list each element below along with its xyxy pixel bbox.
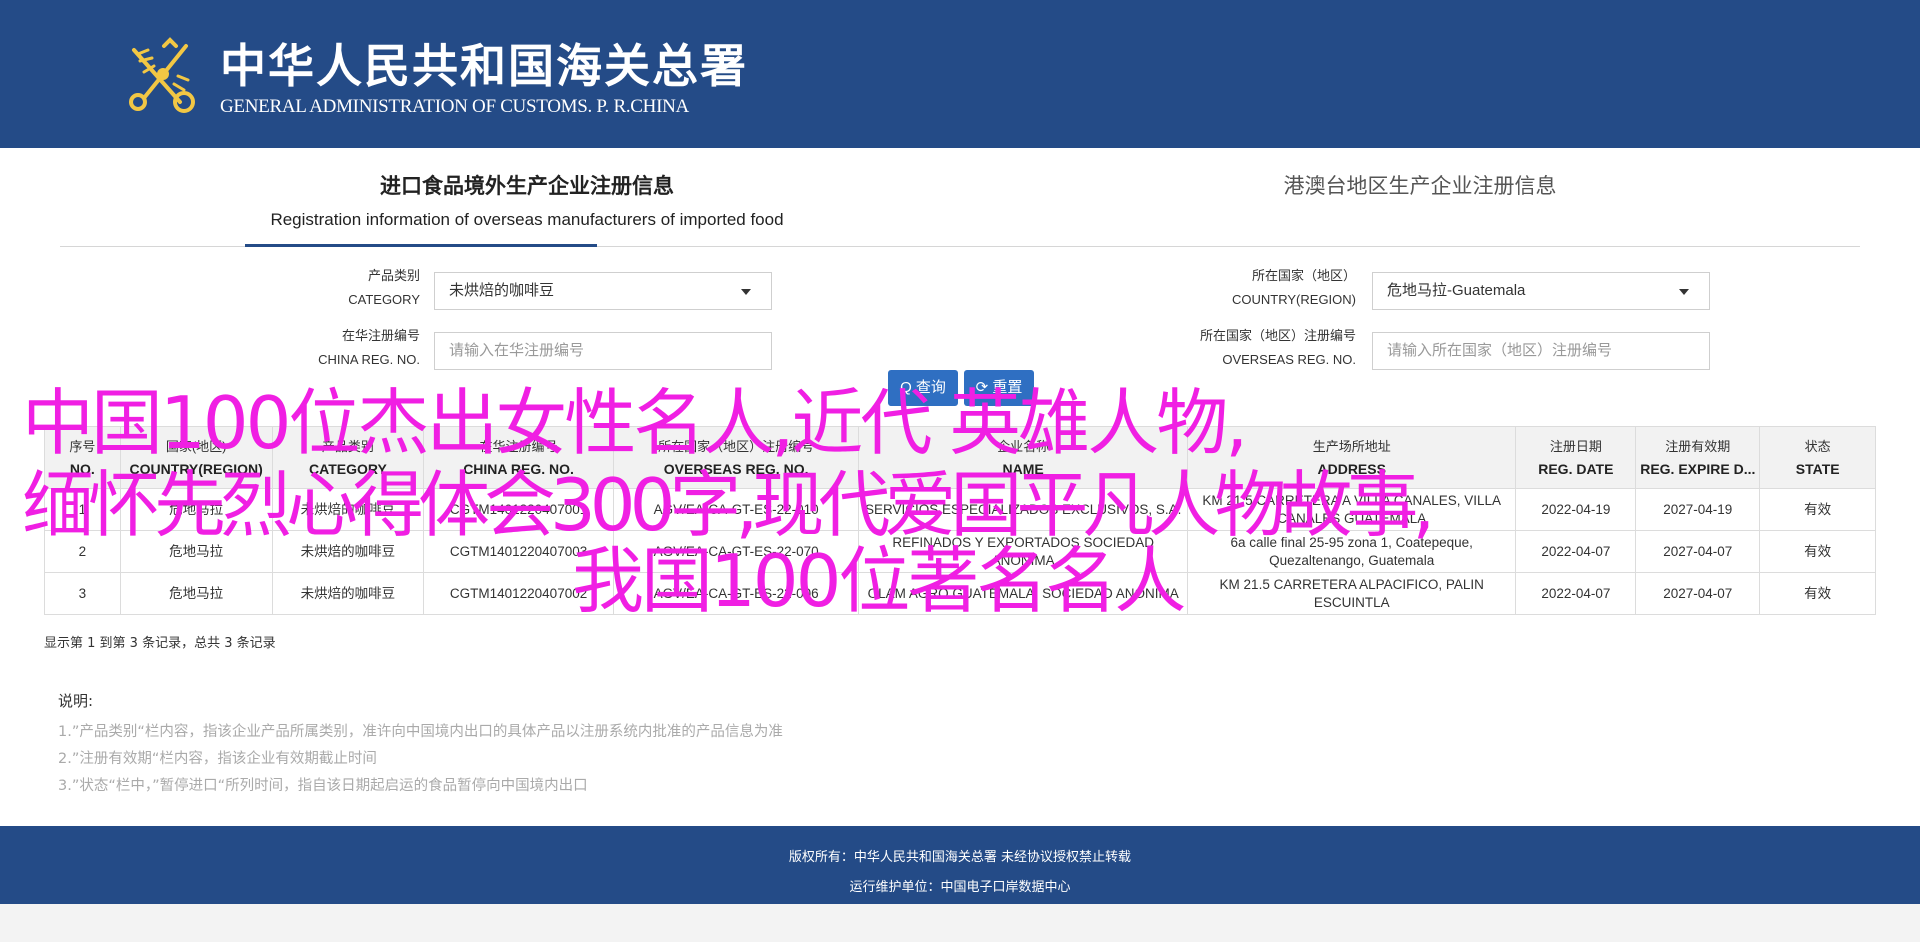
pagination-summary: 显示第 1 到第 3 条记录，总共 3 条记录 xyxy=(44,636,276,651)
col-header-cn: 注册有效期 xyxy=(1665,438,1731,454)
cell-state: 有效 xyxy=(1759,530,1876,573)
country-label: 所在国家（地区） COUNTRY(REGION) xyxy=(1110,264,1356,312)
footer-operator: 运行维护单位：中国电子口岸数据中心 xyxy=(849,880,1071,895)
note-item: 2.”注册有效期“栏内容，指该企业有效期截止时间 xyxy=(58,751,377,767)
customs-key-emblem-icon[interactable] xyxy=(124,36,202,116)
cell-country: 危地马拉 xyxy=(119,572,273,615)
note-item: 3.”状态“栏中，”暂停进口“所列时间，指自该日期起启运的食品暂停向中国境内出口 xyxy=(58,778,588,794)
col-header-expire-date[interactable]: 注册有效期 REG. EXPIRE D... xyxy=(1635,426,1761,489)
site-header: 中华人民共和国海关总署 GENERAL ADMINISTRATION OF CU… xyxy=(0,0,1920,148)
col-header-en: STATE xyxy=(1795,460,1840,477)
col-header-cn: 状态 xyxy=(1804,438,1831,454)
col-header-reg-date[interactable]: 注册日期 REG. DATE xyxy=(1515,426,1637,489)
overseas-reg-placeholder: 请输入所在国家（地区）注册编号 xyxy=(1387,342,1613,359)
tab-hk-macao-taiwan[interactable]: 港澳台地区生产企业注册信息 xyxy=(1200,170,1640,200)
category-select-value: 未烘焙的咖啡豆 xyxy=(449,282,555,299)
site-footer: 版权所有：中华人民共和国海关总署 未经协议授权禁止转载 运行维护单位：中国电子口… xyxy=(0,826,1920,904)
china-reg-placeholder: 请输入在华注册编号 xyxy=(449,342,585,359)
china-reg-label-cn: 在华注册编号 xyxy=(341,328,420,343)
overlay-text-line-3: 我国100位著名名人 xyxy=(572,539,1186,623)
chevron-down-icon xyxy=(741,289,751,295)
col-header-cn: 注册日期 xyxy=(1549,438,1602,454)
category-label-en: CATEGORY xyxy=(348,292,420,307)
category-label: 产品类别 CATEGORY xyxy=(260,264,420,312)
site-title-en: GENERAL ADMINISTRATION OF CUSTOMS. P. R.… xyxy=(220,96,689,117)
footer-copyright: 版权所有：中华人民共和国海关总署 未经协议授权禁止转载 xyxy=(788,850,1132,865)
country-select-value: 危地马拉-Guatemala xyxy=(1387,282,1526,299)
tab-title-cn: 进口食品境外生产企业注册信息 xyxy=(380,173,674,198)
col-header-en: REG. EXPIRE D... xyxy=(1640,460,1756,477)
tab-title-en: Registration information of overseas man… xyxy=(270,210,784,229)
cell-no: 3 xyxy=(44,572,121,615)
cell-expire-date: 2027-04-07 xyxy=(1635,572,1761,615)
page: 中华人民共和国海关总署 GENERAL ADMINISTRATION OF CU… xyxy=(0,0,1920,942)
cell-reg-date: 2022-04-19 xyxy=(1515,488,1637,531)
cell-reg-date: 2022-04-07 xyxy=(1515,530,1637,573)
cell-reg-date: 2022-04-07 xyxy=(1515,572,1637,615)
country-label-en: COUNTRY(REGION) xyxy=(1232,292,1356,307)
chevron-down-icon xyxy=(1679,289,1689,295)
cell-expire-date: 2027-04-19 xyxy=(1635,488,1761,531)
overseas-reg-label-cn: 所在国家（地区）注册编号 xyxy=(1199,328,1356,343)
cell-category: 未烘焙的咖啡豆 xyxy=(271,572,425,615)
note-item: 1.”产品类别“栏内容，指该企业产品所属类别，准许向中国境内出口的具体产品以注册… xyxy=(58,724,783,740)
overseas-reg-input[interactable]: 请输入所在国家（地区）注册编号 xyxy=(1372,332,1710,370)
country-label-cn: 所在国家（地区） xyxy=(1251,268,1356,283)
cell-expire-date: 2027-04-07 xyxy=(1635,530,1761,573)
category-select[interactable]: 未烘焙的咖啡豆 xyxy=(434,272,772,310)
cell-state: 有效 xyxy=(1759,488,1876,531)
tab-title-cn: 港澳台地区生产企业注册信息 xyxy=(1283,174,1557,198)
col-header-state[interactable]: 状态 STATE xyxy=(1759,426,1876,489)
site-title-cn: 中华人民共和国海关总署 xyxy=(220,39,748,93)
col-header-en: REG. DATE xyxy=(1538,460,1614,477)
category-label-cn: 产品类别 xyxy=(367,268,420,283)
country-select[interactable]: 危地马拉-Guatemala xyxy=(1372,272,1710,310)
tab-active-indicator xyxy=(245,244,597,247)
cell-state: 有效 xyxy=(1759,572,1876,615)
notes-title: 说明: xyxy=(58,692,94,710)
cell-address: KM 21.5 CARRETERA ALPACIFICO, PALIN ESCU… xyxy=(1186,572,1517,615)
tab-overseas-manufacturers[interactable]: 进口食品境外生产企业注册信息 Registration information … xyxy=(230,170,824,230)
